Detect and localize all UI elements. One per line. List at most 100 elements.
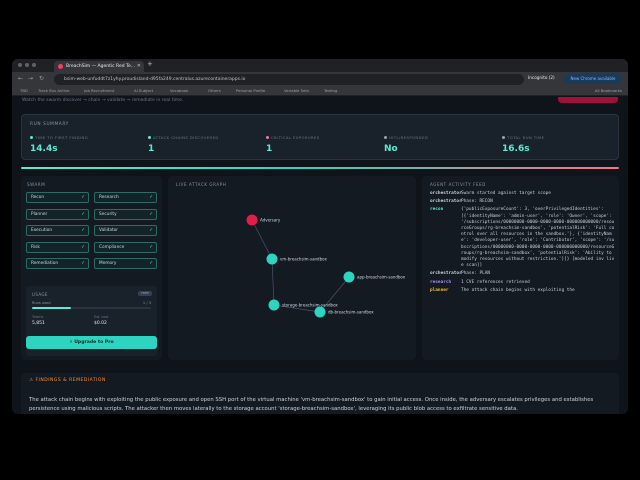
findings-panel: ⚠ FINDINGS & REMEDIATION The attack chai… <box>21 373 619 414</box>
check-icon: ✓ <box>149 228 153 233</box>
tab-bar: BreachSim — Agentic Red Te... ✕ + <box>12 59 628 72</box>
graph-node-label: Adversary <box>260 218 281 223</box>
cost-value: $0.02 <box>94 321 107 326</box>
stat-label: CRITICAL EXPOSURES <box>271 135 320 140</box>
feed-message: Phase: PLAN <box>461 271 491 277</box>
agent-label: Memory <box>99 261 117 266</box>
link-icon <box>148 136 151 139</box>
agent-research[interactable]: Research ✓ <box>94 192 157 203</box>
runs-row: Runs used 1 / 3 <box>32 301 151 305</box>
stat-value: No <box>384 144 398 154</box>
feed-entry: planner The attack chain begins with expl… <box>430 288 615 294</box>
check-icon: ✓ <box>149 244 153 250</box>
feed-entry: research 1 CVE references retrieved <box>430 280 615 286</box>
upgrade-button[interactable]: ⚡ Upgrade to Pro <box>26 336 157 349</box>
bookmark-item[interactable]: Track Bus Airline <box>38 88 69 93</box>
graph-node-vm[interactable] <box>266 253 278 265</box>
new-tab-button[interactable]: + <box>147 60 153 68</box>
bookmark-item[interactable]: Job Recruitment <box>84 88 114 93</box>
agent-remediation[interactable]: Remediation ✓ <box>26 258 89 269</box>
agent-execution[interactable]: Execution ✓ <box>26 225 89 236</box>
stat-time-to-first-finding: TIME TO FIRST FINDING 14.4s <box>30 135 140 154</box>
feed-role: planner <box>430 287 449 293</box>
favicon-icon <box>58 64 63 69</box>
agent-memory[interactable]: Memory ✓ <box>94 258 157 269</box>
browser-tab[interactable]: BreachSim — Agentic Red Te... ✕ <box>54 61 144 72</box>
incognito-indicator[interactable]: Incognito (2) <box>528 75 555 80</box>
graph-node-label: db-breachsim-sandbox <box>328 310 374 315</box>
attack-graph-panel: LIVE ATTACK GRAPH Adversary vm-breachsim-… <box>168 176 416 360</box>
check-icon: ✓ <box>149 261 153 266</box>
progress-accent-bar <box>21 167 619 169</box>
usage-card: USAGE FREE Runs used 1 / 3 Tokens 5,851 … <box>26 286 157 356</box>
agent-recon[interactable]: Recon ✓ <box>26 192 89 203</box>
graph-node-adversary[interactable] <box>246 214 258 226</box>
window-controls[interactable] <box>18 63 36 67</box>
feed-role: orchestrator <box>430 271 462 277</box>
reload-icon[interactable]: ↻ <box>39 75 44 82</box>
bookmark-item[interactable]: AI Subject <box>134 88 153 93</box>
agent-validator[interactable]: Validator ✓ <box>94 225 157 236</box>
check-icon: ✓ <box>81 228 85 233</box>
clock-icon <box>30 136 33 139</box>
agent-label: Execution <box>31 228 53 233</box>
agent-label: Security <box>99 211 117 217</box>
stat-attack-chains: ATTACK CHAINS DISCOVERED 1 <box>148 135 258 154</box>
feed-entry: orchestrator Swarm started against target… <box>430 191 615 197</box>
check-icon: ✓ <box>81 244 85 250</box>
agent-planner[interactable]: Planner ✓ <box>26 208 89 220</box>
page-content: Watch the swarm discover → chain → valid… <box>12 97 628 414</box>
feed-list[interactable]: orchestrator Swarm started against target… <box>430 191 615 296</box>
url-text: bsim-web-unfuddt7z1yhy.proudisland-d95fa… <box>64 77 246 82</box>
feed-message: 1 CVE references retrieved <box>461 279 530 285</box>
summary-title: RUN SUMMARY <box>30 122 69 127</box>
graph-edge <box>271 258 275 306</box>
bookmarks-bar: TBD Track Bus Airline Job Recruitment AI… <box>12 87 628 96</box>
tokens-value: 5,851 <box>32 321 45 326</box>
alert-icon <box>266 136 269 139</box>
attack-graph[interactable]: Adversary vm-breachsim-sandbox app-breachs… <box>168 176 416 360</box>
bookmark-item[interactable]: TBD <box>20 88 28 93</box>
page-subtitle: Watch the swarm discover → chain → valid… <box>22 98 184 103</box>
bookmark-item[interactable]: Variable Sets <box>284 88 309 93</box>
agent-label: Planner <box>31 211 48 217</box>
stat-value: 16.6s <box>502 144 530 154</box>
tab-title: BreachSim — Agentic Red Te... <box>66 64 136 69</box>
agent-label: Remediation <box>31 261 59 266</box>
agent-security[interactable]: Security ✓ <box>94 208 157 220</box>
graph-node-app[interactable] <box>343 271 355 283</box>
feed-role: orchestrator <box>430 199 462 205</box>
bookmark-item[interactable]: Vocabook <box>170 88 188 93</box>
check-icon: ✓ <box>149 211 153 217</box>
bookmark-item[interactable]: Others <box>208 88 221 93</box>
graph-node-db[interactable] <box>314 306 326 318</box>
browser-window: BreachSim — Agentic Red Te... ✕ + ← → ↻ … <box>12 59 628 414</box>
feed-message: {'publicExposureCount': 3, 'overPrivileg… <box>461 207 615 269</box>
agent-compliance[interactable]: Compliance ✓ <box>94 241 157 253</box>
agent-label: Risk <box>31 244 40 250</box>
feed-role: orchestrator <box>430 191 462 196</box>
feed-role: recon <box>430 207 444 213</box>
address-bar[interactable]: bsim-web-unfuddt7z1yhy.proudisland-d95fa… <box>54 74 524 85</box>
back-icon[interactable]: ← <box>18 75 23 82</box>
bookmark-item[interactable]: Personal Profile <box>236 88 265 93</box>
bookmark-item[interactable]: Testing <box>324 88 337 93</box>
feed-title: AGENT ACTIVITY FEED <box>430 182 486 187</box>
stat-label: HITL/RESPONDED <box>389 135 429 140</box>
activity-feed-panel: AGENT ACTIVITY FEED orchestrator Swarm st… <box>422 176 619 360</box>
stat-hitl: HITL/RESPONDED No <box>384 135 494 154</box>
runs-value: 1 / 3 <box>142 301 151 305</box>
close-tab-icon[interactable]: ✕ <box>137 61 141 72</box>
feed-message: The attack chain begins with exploiting … <box>461 287 575 293</box>
graph-node-storage[interactable] <box>268 299 280 311</box>
agent-risk[interactable]: Risk ✓ <box>26 241 89 253</box>
check-icon: ✓ <box>81 211 85 217</box>
stat-value: 1 <box>148 144 155 154</box>
run-button[interactable] <box>558 97 618 103</box>
check-icon: ✓ <box>149 195 153 200</box>
run-summary: RUN SUMMARY TIME TO FIRST FINDING 14.4s … <box>21 114 619 160</box>
feed-entry: orchestrator Phase: RECON <box>430 199 615 205</box>
new-chrome-button[interactable]: New Chrome available <box>564 74 622 84</box>
forward-icon[interactable]: → <box>28 75 33 82</box>
all-bookmarks[interactable]: All Bookmarks <box>595 88 622 93</box>
